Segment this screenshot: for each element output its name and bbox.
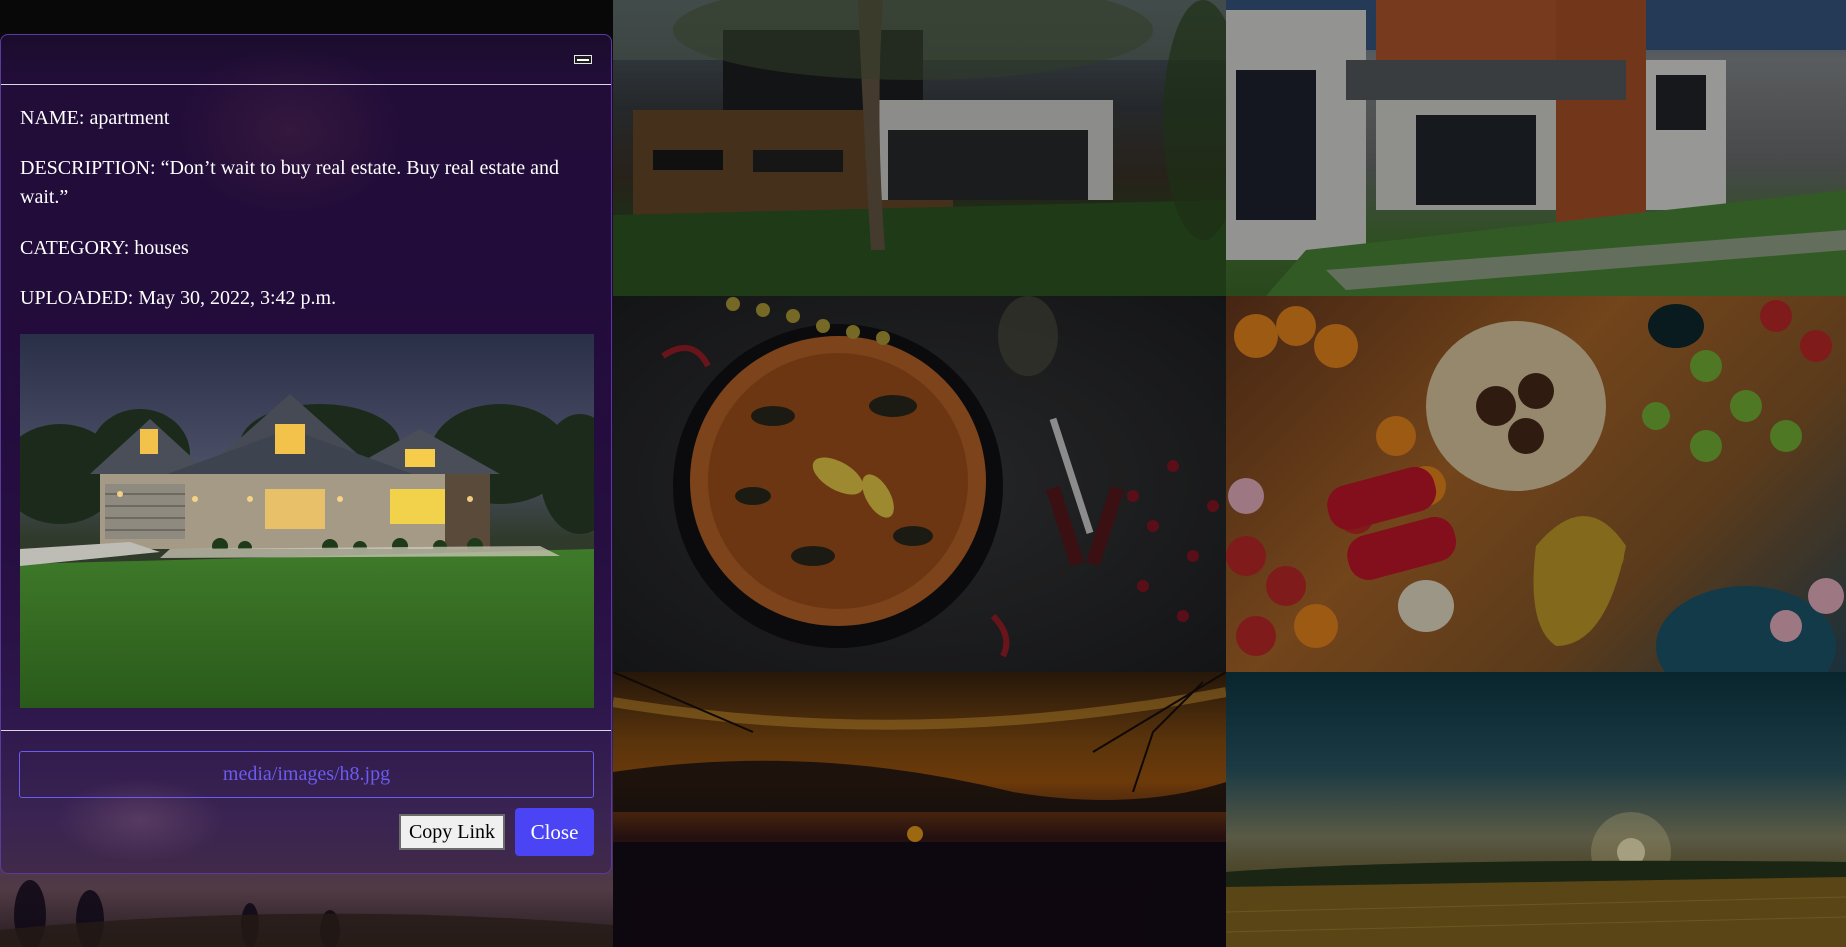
image-detail-modal: NAME: apartment DESCRIPTION: “Don’t wait… bbox=[0, 34, 612, 874]
gallery-image-paella[interactable] bbox=[613, 296, 1226, 672]
gallery-image-orange-sunset[interactable] bbox=[613, 672, 1226, 947]
image-link-input[interactable] bbox=[19, 751, 594, 798]
gallery-image-breakfast-feast[interactable] bbox=[1226, 296, 1846, 672]
gallery-image-house-red-cladding[interactable] bbox=[1226, 0, 1846, 296]
close-button[interactable]: Close bbox=[515, 808, 594, 856]
image-category: CATEGORY: houses bbox=[20, 237, 189, 259]
gallery-image-modern-house[interactable] bbox=[613, 0, 1226, 296]
image-upload-date: UPLOADED: May 30, 2022, 3:42 p.m. bbox=[20, 287, 337, 309]
minimize-icon[interactable] bbox=[574, 55, 592, 64]
image-description: DESCRIPTION: “Don’t wait to buy real est… bbox=[20, 157, 559, 208]
image-preview bbox=[20, 334, 594, 708]
copy-link-button[interactable]: Copy Link bbox=[399, 814, 505, 850]
gallery-image-wheat-field[interactable] bbox=[1226, 672, 1846, 947]
footer-divider bbox=[1, 730, 611, 731]
modal-header bbox=[1, 35, 611, 85]
image-name: NAME: apartment bbox=[20, 107, 170, 129]
